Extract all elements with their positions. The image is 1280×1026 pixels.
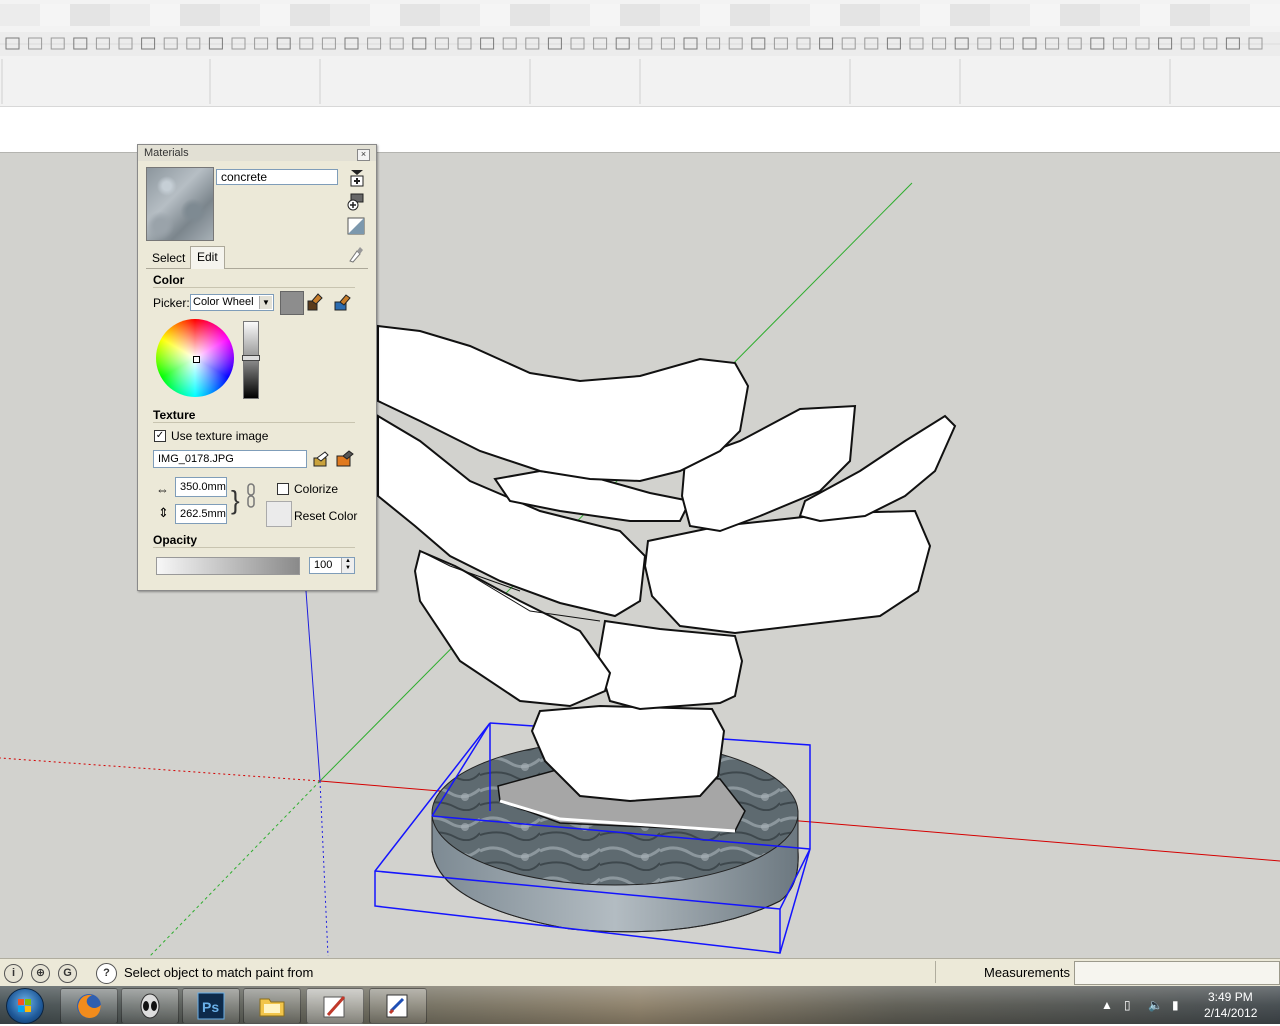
value-slider[interactable]: [242, 321, 260, 399]
network-icon[interactable]: ▮: [1172, 998, 1179, 1012]
show-hidden-icons[interactable]: ▲: [1101, 998, 1113, 1012]
chain-link-icon[interactable]: [242, 483, 260, 508]
sketchup-icon: [323, 996, 346, 1018]
use-texture-label: Use texture image: [171, 429, 269, 443]
browse-texture-icon[interactable]: [336, 450, 354, 468]
status-hint: Select object to match paint from: [124, 965, 314, 980]
picker-dropdown[interactable]: Color Wheel ▼: [190, 294, 274, 311]
match-model-color-icon[interactable]: [306, 293, 324, 311]
material-tabs: Select Edit: [146, 246, 368, 269]
texture-height-field[interactable]: 262.5mm: [175, 504, 227, 524]
windows-logo-icon: [18, 999, 31, 1012]
taskbar-firefox[interactable]: [60, 988, 118, 1024]
taskbar-photoshop[interactable]: Ps: [182, 988, 240, 1024]
colorize-label: Colorize: [294, 482, 339, 496]
texture-file-field[interactable]: IMG_0178.JPG: [153, 450, 307, 468]
materials-title-bar[interactable]: Materials ×: [138, 145, 376, 161]
check-icon: ✓: [155, 430, 165, 441]
material-name-field[interactable]: concrete: [216, 169, 338, 185]
measurements-label: Measurements: [984, 965, 1070, 980]
details-icon[interactable]: [348, 169, 366, 187]
current-color-swatch[interactable]: [280, 291, 304, 315]
start-button[interactable]: [6, 988, 44, 1024]
materials-title: Materials: [144, 147, 189, 159]
help-icon[interactable]: ?: [96, 963, 117, 984]
opacity-field[interactable]: 100 ▲ ▼: [309, 557, 355, 574]
clock-date[interactable]: 2/14/2012: [1204, 1006, 1257, 1020]
value-slider-knob[interactable]: [242, 355, 260, 361]
reset-color-label[interactable]: Reset Color: [294, 509, 357, 523]
status-bar: i ⊕ G ? Select object to match paint fro…: [0, 958, 1280, 987]
firefox-icon: [77, 994, 101, 1018]
material-preview: [146, 167, 214, 241]
windows-taskbar: Ps ▲ ▯ 🔈 ▮ 3:49 PM 2/14/2012: [0, 986, 1280, 1024]
opacity-header: Opacity: [153, 533, 198, 547]
svg-text:Ps: Ps: [202, 999, 219, 1015]
materials-panel: Materials × concrete Select Edit Color P…: [137, 144, 377, 591]
taskbar-paint[interactable]: [369, 988, 427, 1024]
toolbar-icons[interactable]: [0, 32, 1280, 56]
color-wheel-marker[interactable]: [193, 356, 200, 363]
opacity-slider[interactable]: [156, 557, 300, 575]
spin-arrows-icon[interactable]: ▲ ▼: [341, 558, 354, 573]
match-screen-color-icon[interactable]: [334, 293, 352, 311]
folder-icon: [259, 998, 285, 1017]
lock-bracket-icon: }: [231, 485, 240, 515]
geo-location-icon[interactable]: i: [4, 964, 23, 983]
toolbar-area: [0, 56, 1280, 107]
clock-time[interactable]: 3:49 PM: [1208, 990, 1253, 1004]
menu-bar: [0, 0, 1280, 33]
tab-edit[interactable]: Edit: [190, 246, 225, 269]
colorize-checkbox[interactable]: [277, 483, 289, 495]
taskbar-sketchup[interactable]: [306, 988, 364, 1024]
reset-color-swatch[interactable]: [266, 501, 292, 527]
sample-paint-icon[interactable]: [346, 245, 364, 263]
chevron-down-icon[interactable]: ▼: [259, 296, 272, 309]
paint-icon: [386, 994, 408, 1018]
edit-texture-icon[interactable]: [312, 450, 330, 468]
taskbar-alienware[interactable]: [121, 988, 179, 1024]
close-icon[interactable]: ×: [357, 149, 370, 161]
color-wheel[interactable]: [156, 319, 234, 397]
color-header: Color: [153, 273, 185, 287]
display-secondary-icon[interactable]: [347, 217, 365, 235]
stone-stack[interactable]: [377, 324, 957, 803]
texture-header: Texture: [153, 408, 196, 422]
alien-icon: [140, 993, 160, 1019]
opacity-value: 100: [314, 559, 333, 571]
picker-label: Picker:: [153, 296, 190, 310]
create-material-icon[interactable]: [347, 193, 365, 211]
device-icon[interactable]: ▯: [1124, 998, 1131, 1012]
toolbar-row: [0, 32, 1280, 57]
use-texture-checkbox[interactable]: ✓: [154, 430, 166, 442]
google-signin-icon[interactable]: G: [58, 964, 77, 983]
texture-divider: [153, 422, 355, 423]
tab-select[interactable]: Select: [146, 248, 191, 268]
menu-bar-blur: [0, 4, 1280, 26]
status-separator: [935, 961, 936, 983]
measurements-input[interactable]: [1074, 961, 1280, 985]
credits-icon[interactable]: ⊕: [31, 964, 50, 983]
picker-dropdown-value: Color Wheel: [193, 296, 254, 308]
taskbar-explorer[interactable]: [243, 988, 301, 1024]
color-divider: [153, 287, 355, 288]
width-arrows-icon: ⇔: [156, 482, 169, 497]
photoshop-icon: Ps: [197, 992, 225, 1020]
opacity-divider: [153, 547, 355, 548]
height-arrows-icon: ⇕: [158, 505, 169, 520]
texture-width-field[interactable]: 350.0mm: [175, 477, 227, 497]
volume-icon[interactable]: 🔈: [1148, 998, 1163, 1012]
